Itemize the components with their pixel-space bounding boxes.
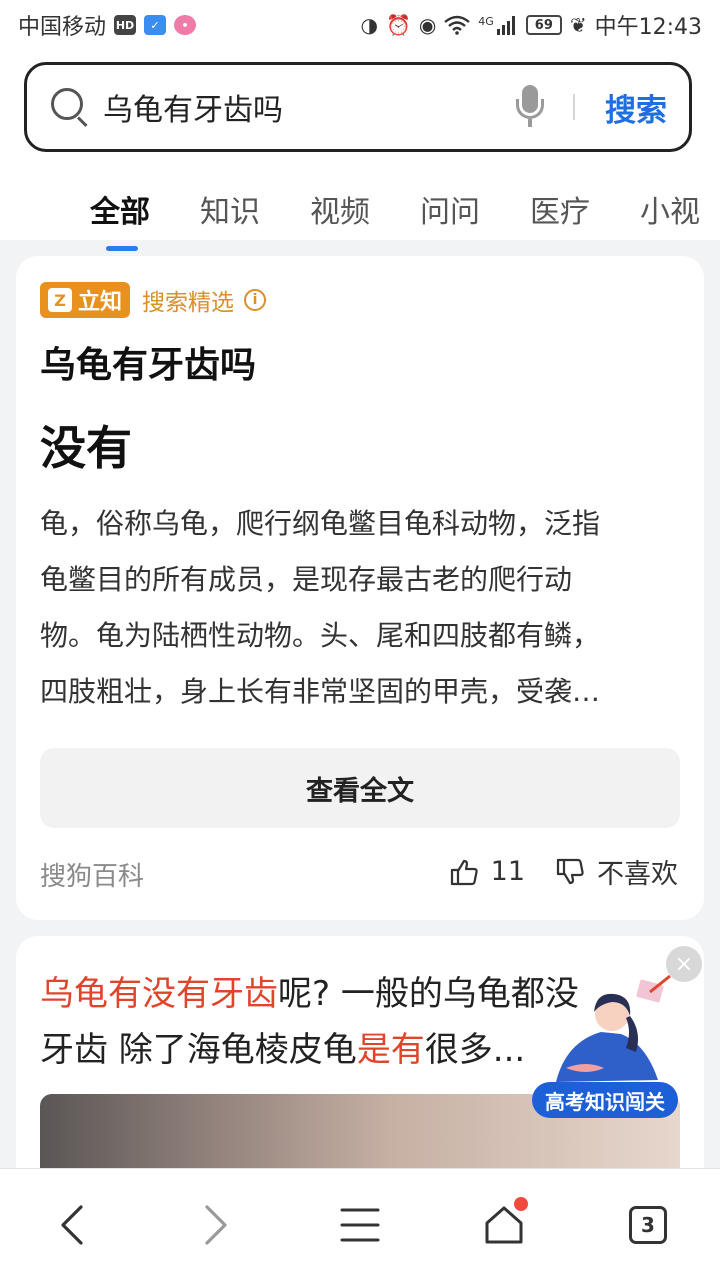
search-input[interactable]: 乌龟有牙齿吗 bbox=[103, 85, 515, 129]
tab-more[interactable]: 小视 bbox=[640, 187, 700, 231]
data-saver-icon: ◑ bbox=[360, 13, 378, 37]
category-tabs: 全部 知识 视频 问问 医疗 小视 bbox=[0, 178, 720, 251]
reactions: 11 不喜欢 bbox=[449, 852, 678, 891]
dislike-label[interactable]: 不喜欢 bbox=[597, 852, 678, 891]
brand-tag: 搜索精选 bbox=[142, 290, 235, 316]
brand-badge: Z 立知 bbox=[40, 282, 131, 318]
result-text: 牙齿 除了海龟棱皮龟 bbox=[40, 1030, 357, 1070]
chevron-left-icon bbox=[61, 1204, 83, 1245]
microphone-icon[interactable] bbox=[515, 85, 545, 129]
alarm-icon: ⏰ bbox=[385, 13, 411, 37]
search-button[interactable]: 搜索 bbox=[605, 85, 667, 130]
carrier-label: 中国移动 bbox=[18, 15, 107, 40]
home-button[interactable] bbox=[464, 1185, 544, 1265]
thumbs-up-icon[interactable] bbox=[449, 857, 479, 887]
app-icon: • bbox=[174, 15, 197, 35]
brand-name: 立知 bbox=[78, 290, 123, 315]
shield-icon: ✓ bbox=[144, 15, 167, 35]
wifi-icon bbox=[444, 15, 471, 35]
result-title-line[interactable]: 牙齿 除了海龟棱皮龟是有很多... bbox=[40, 1022, 525, 1071]
promo-widget[interactable]: × 高考知识闯关 bbox=[532, 946, 702, 1118]
back-button[interactable] bbox=[32, 1185, 112, 1265]
search-icon bbox=[49, 86, 91, 128]
result-text: 很多... bbox=[424, 1030, 526, 1070]
chevron-right-icon bbox=[205, 1204, 227, 1245]
tabs-count: 3 bbox=[629, 1205, 667, 1244]
eye-icon: ◉ bbox=[418, 13, 437, 37]
tab-medical[interactable]: 医疗 bbox=[530, 187, 590, 231]
student-illustration bbox=[556, 974, 671, 1082]
leaf-icon: ❦ bbox=[569, 13, 587, 37]
answer-title[interactable]: 乌龟有牙齿吗 bbox=[40, 336, 256, 388]
search-header: 乌龟有牙齿吗 搜索 全部 知识 视频 问问 医疗 小视 bbox=[0, 50, 720, 251]
status-bar: 中国移动 HD ✓ • ◑ ⏰ ◉ 4G 69 ❦ 中午12:43 bbox=[0, 0, 720, 50]
promo-label[interactable]: 高考知识闯关 bbox=[532, 1082, 678, 1118]
thumbs-down-icon[interactable] bbox=[555, 857, 585, 887]
answer-card: Z 立知 搜索精选 i 乌龟有牙齿吗 没有 龟，俗称乌龟，爬行纲龟鳖目龟科动物，… bbox=[16, 256, 704, 920]
notification-dot bbox=[514, 1196, 528, 1211]
hd-icon: HD bbox=[114, 15, 137, 35]
answer-body-line: 四肢粗壮，身上长有非常坚固的甲壳，受袭… bbox=[40, 675, 601, 708]
battery-icon: 69 bbox=[525, 15, 562, 35]
search-box[interactable]: 乌龟有牙齿吗 搜索 bbox=[24, 62, 692, 152]
brand-logo-icon: Z bbox=[48, 288, 72, 312]
result-title-line[interactable]: 乌龟有没有牙齿呢? 一般的乌龟都没 bbox=[40, 966, 579, 1015]
signal-icon bbox=[496, 16, 515, 35]
divider bbox=[573, 94, 575, 120]
answer-body-line: 龟鳖目的所有成员，是现存最古老的爬行动 bbox=[40, 563, 573, 596]
info-icon[interactable]: i bbox=[244, 289, 267, 311]
like-count: 11 bbox=[490, 856, 525, 887]
tab-qa[interactable]: 问问 bbox=[420, 187, 480, 231]
read-more-button[interactable]: 查看全文 bbox=[40, 748, 680, 828]
network-type-label: 4G bbox=[478, 15, 494, 28]
tab-video[interactable]: 视频 bbox=[310, 187, 370, 231]
forward-button[interactable] bbox=[176, 1185, 256, 1265]
answer-text: 没有 bbox=[40, 421, 132, 475]
menu-button[interactable] bbox=[320, 1185, 400, 1265]
source-label[interactable]: 搜狗百科 bbox=[40, 856, 144, 893]
result-highlight: 是有 bbox=[356, 1030, 425, 1070]
clock: 中午12:43 bbox=[594, 15, 702, 40]
answer-body-line: 物。龟为陆栖性动物。头、尾和四肢都有鳞， bbox=[40, 619, 601, 652]
tab-all[interactable]: 全部 bbox=[90, 187, 150, 251]
bottom-navigation: 3 bbox=[0, 1168, 720, 1280]
tabs-button[interactable]: 3 bbox=[608, 1185, 688, 1265]
menu-icon bbox=[340, 1208, 380, 1241]
answer-body[interactable]: 龟，俗称乌龟，爬行纲龟鳖目龟科动物，泛指 龟鳖目的所有成员，是现存最古老的爬行动… bbox=[40, 496, 688, 720]
result-highlight: 乌龟有没有牙齿 bbox=[40, 974, 278, 1014]
tab-knowledge[interactable]: 知识 bbox=[200, 187, 260, 231]
brand-row: Z 立知 搜索精选 i bbox=[40, 282, 267, 318]
answer-body-line: 龟，俗称乌龟，爬行纲龟鳖目龟科动物，泛指 bbox=[40, 507, 601, 540]
